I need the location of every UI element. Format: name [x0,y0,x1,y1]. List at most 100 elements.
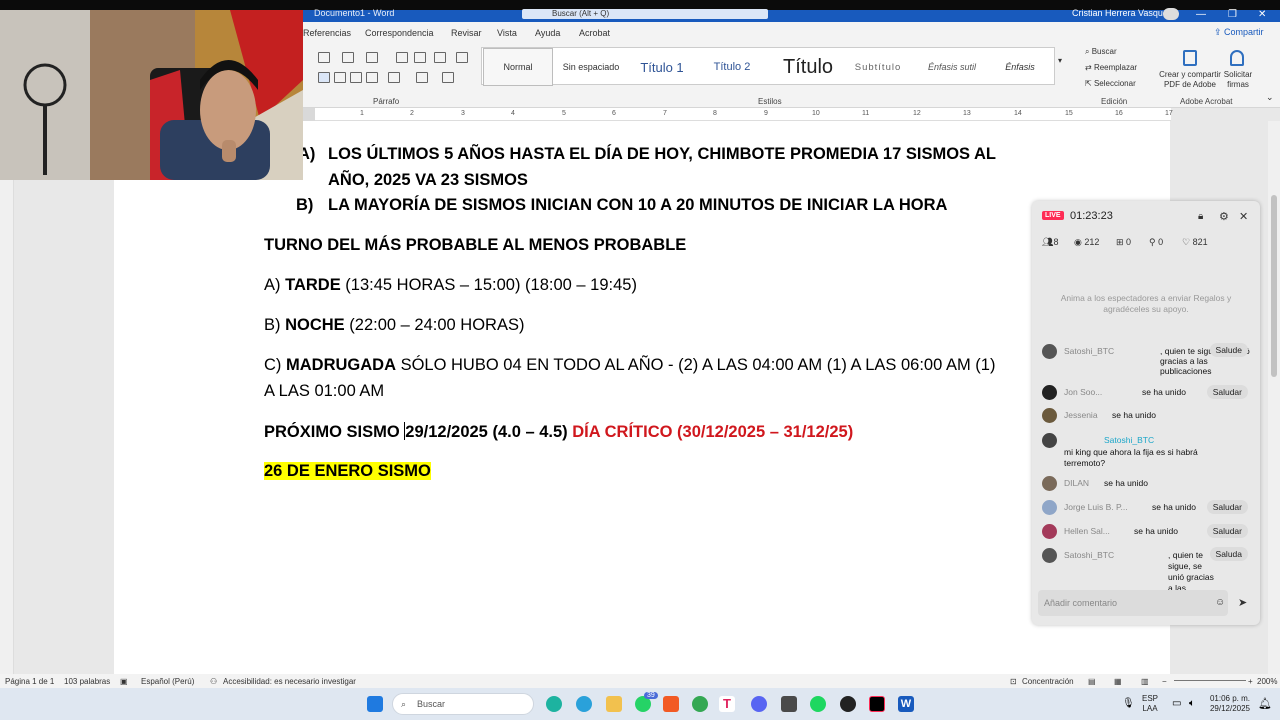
avatar[interactable] [1163,8,1179,20]
collapse-ribbon-icon[interactable]: ⌄ [1266,92,1274,103]
chrome-icon[interactable] [692,696,708,712]
increase-indent-icon[interactable] [414,52,426,63]
close-icon[interactable]: ✕ [1239,210,1248,223]
find-button[interactable]: ⌕ Buscar [1085,47,1117,57]
borders-icon[interactable] [442,72,454,83]
minimize-icon[interactable]: — [1196,9,1206,20]
file-explorer-icon[interactable] [606,696,622,712]
replace-button[interactable]: ⇄ Reemplazar [1085,63,1137,72]
clock[interactable]: 01:06 p. m. 29/12/2025 [1208,694,1252,714]
lock-icon[interactable]: 🔒︎ [1198,211,1203,222]
chat-user[interactable]: Satoshi_BTC [1104,435,1154,445]
tab-correspondencia[interactable]: Correspondencia [365,28,434,38]
taskbar-search[interactable]: ⌕ Buscar [392,693,534,715]
emoji-icon[interactable]: ☺ [1215,597,1225,608]
salute-button[interactable]: Saludar [1206,500,1248,514]
bullets-icon[interactable] [318,52,330,63]
word-count[interactable]: 103 palabras [64,677,110,686]
telegram-icon[interactable] [576,696,592,712]
comment-input[interactable]: Añadir comentario [1038,590,1228,616]
mic-icon[interactable]: 🎙︎ [1122,698,1135,709]
multilevel-icon[interactable] [366,52,378,63]
salute-button[interactable]: Saludar [1206,385,1248,399]
align-left-icon[interactable] [318,72,330,83]
language-indicator[interactable]: ESP LAA [1142,694,1158,714]
decrease-indent-icon[interactable] [396,52,408,63]
styles-more-icon[interactable]: ▾ [1058,56,1062,65]
focus-mode[interactable]: Concentración [1022,677,1074,686]
chat-user[interactable]: Jessenia [1064,410,1098,420]
gear-icon[interactable]: ⚙ [1219,210,1229,223]
chat-user[interactable]: Jon Soo... [1064,387,1102,397]
request-signatures-button[interactable]: Solicitar firmas [1220,70,1256,90]
line-spacing-icon[interactable] [388,72,400,83]
style-title[interactable]: Título [772,48,844,86]
read-mode-icon[interactable]: ▤ [1088,677,1096,686]
create-pdf-button[interactable]: Crear y compartir PDF de Adobe [1157,70,1223,90]
user-name[interactable]: Cristian Herrera Vasquez [1072,8,1172,18]
proofing-icon[interactable]: ▣ [120,677,128,686]
zoom-level[interactable]: 200% [1257,677,1277,686]
chat-user[interactable]: Jorge Luis B. P... [1064,502,1128,512]
chat-user[interactable]: Hellen Sal... [1064,526,1110,536]
style-subtle-emphasis[interactable]: Énfasis sutil [916,48,988,86]
zoom-out-icon[interactable]: − [1162,677,1167,686]
chat-user[interactable]: Satoshi_BTC [1064,346,1114,356]
line-madrugada: C) MADRUGADA SÓLO HUBO 04 EN TODO AL AÑO… [264,356,995,375]
justify-icon[interactable] [366,72,378,83]
accessibility-status[interactable]: Accesibilidad: es necesario investigar [223,677,356,686]
calculator-icon[interactable] [781,696,797,712]
network-icon[interactable]: ▭ [1172,698,1181,709]
share-button[interactable]: ⇪ Compartir [1214,27,1264,38]
style-normal[interactable]: Normal [483,48,553,86]
vertical-scrollbar[interactable] [1268,121,1280,674]
tiktok-icon[interactable] [869,696,885,712]
web-layout-icon[interactable]: ▥ [1141,677,1149,686]
print-layout-icon[interactable]: ▦ [1114,677,1122,686]
vertical-ruler[interactable] [0,108,14,674]
zoom-in-icon[interactable]: + [1248,677,1253,686]
edge-icon[interactable] [546,696,562,712]
scrollbar-thumb[interactable] [1271,195,1277,377]
tab-referencias[interactable]: Referencias [303,28,351,38]
align-center-icon[interactable] [334,72,346,83]
horizontal-ruler[interactable]: 1 2 3 4 5 6 7 8 9 10 11 12 13 14 15 16 1… [303,108,1173,121]
style-heading-1[interactable]: Título 1 [630,48,694,86]
salute-button[interactable]: Saludar [1206,524,1248,538]
start-icon[interactable] [367,696,383,712]
close-icon[interactable]: ✕ [1258,9,1266,20]
brave-icon[interactable] [663,696,679,712]
numbering-icon[interactable] [342,52,354,63]
shading-icon[interactable] [416,72,428,83]
salute-button[interactable]: Saluda [1209,547,1248,561]
select-button[interactable]: ⇱ Seleccionar [1085,79,1136,88]
obs-icon[interactable] [840,696,856,712]
pilcrow-icon[interactable] [456,52,468,63]
tab-vista[interactable]: Vista [497,28,517,38]
send-icon[interactable]: ➤ [1238,596,1247,609]
style-subtitle[interactable]: Subtítulo [846,48,910,86]
title-search-box[interactable]: Buscar (Alt + Q) [522,9,768,19]
style-emphasis[interactable]: Énfasis [992,48,1048,86]
style-heading-2[interactable]: Título 2 [700,48,764,86]
language[interactable]: Español (Perú) [141,677,194,686]
chat-user[interactable]: DILAN [1064,478,1089,488]
text-app-icon[interactable]: T [719,696,735,712]
maximize-icon[interactable]: ❐ [1228,9,1237,20]
page-count[interactable]: Página 1 de 1 [5,677,54,686]
spotify-icon[interactable] [810,696,826,712]
salute-button[interactable]: Salude [1209,343,1248,357]
word-icon[interactable]: W [898,696,914,712]
sort-icon[interactable] [434,52,446,63]
tarde-prefix: A) [264,276,286,294]
tab-acrobat[interactable]: Acrobat [579,28,610,38]
notification-icon[interactable]: 🔔︎ [1258,697,1272,710]
zoom-slider[interactable] [1174,680,1246,681]
align-right-icon[interactable] [350,72,362,83]
style-no-spacing[interactable]: Sin espaciado [556,48,626,86]
tab-revisar[interactable]: Revisar [451,28,482,38]
discord-icon[interactable] [751,696,767,712]
tab-ayuda[interactable]: Ayuda [535,28,560,38]
chat-user[interactable]: Satoshi_BTC [1064,550,1114,560]
volume-icon[interactable]: 🔈︎ [1189,698,1195,709]
